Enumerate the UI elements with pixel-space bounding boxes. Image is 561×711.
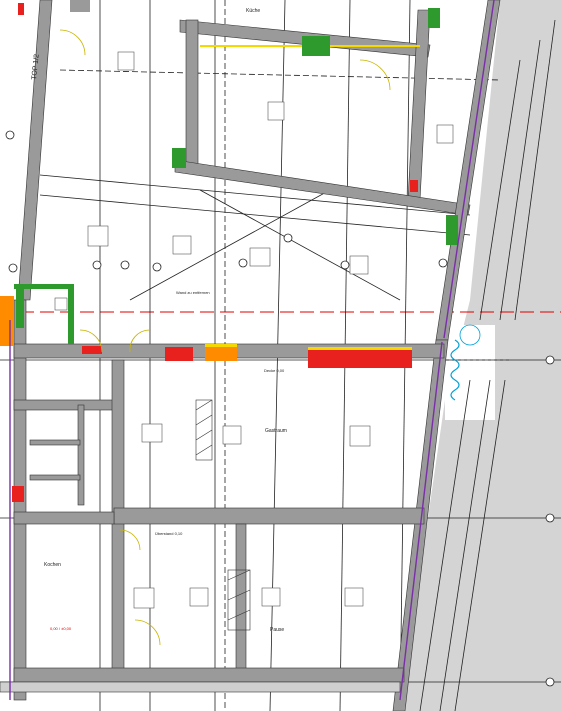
column-block [70, 0, 90, 12]
room-label-bottom-right: Pause [270, 627, 284, 633]
note-opening: Decke 0,00 [264, 368, 285, 373]
room-label-bottom-left: Kochen [44, 562, 61, 568]
note-level: 0,00 / ±0,00 [50, 626, 72, 631]
orange-block [0, 296, 14, 346]
note-beam: Überstand 0,10 [155, 531, 183, 536]
room-label-mid: Gastraum [265, 428, 287, 434]
note-diagonal: Wand zu entfernen [176, 290, 210, 295]
floor-plan: TOP 1/2 Küche Gastraum Kochen Pause Wand… [0, 0, 561, 711]
room-label-top-right: Küche [246, 8, 260, 14]
